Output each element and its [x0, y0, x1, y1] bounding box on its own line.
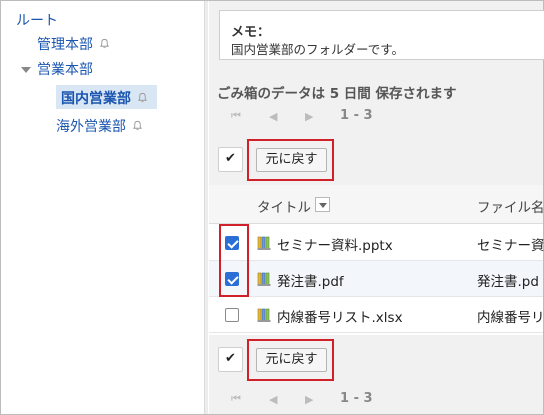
trash-retention-note: ごみ箱のデータは 5 日間 保存されます — [217, 86, 457, 102]
restore-button[interactable]: 元に戻す — [256, 148, 327, 172]
file-icon — [257, 307, 273, 323]
trash-table: タイトル ファイル名 セミナー資料.pptx セミナー資 発注書.pdf 発注書… — [209, 185, 544, 335]
file-title[interactable]: 発注書.pdf — [277, 270, 344, 290]
file-title[interactable]: 内線番号リスト.xlsx — [277, 306, 403, 326]
sidebar-splitter[interactable] — [204, 1, 208, 414]
tree-item-kokunai[interactable]: 国内営業部 — [61, 88, 148, 108]
memo-text: 国内営業部のフォルダーです。 — [231, 42, 405, 57]
tree-item-kaigai[interactable]: 海外営業部 — [56, 116, 143, 136]
table-row[interactable]: セミナー資料.pptx セミナー資 — [209, 225, 544, 261]
next-page-icon[interactable]: ▶ — [305, 393, 313, 406]
memo-box: メモ： 国内営業部のフォルダーです。 — [219, 10, 544, 60]
column-title[interactable]: タイトル — [257, 196, 311, 216]
file-name: 発注書.pd — [477, 274, 539, 290]
column-filename[interactable]: ファイル名 — [477, 196, 544, 216]
file-name: 内線番号リ — [477, 310, 544, 326]
file-icon — [257, 271, 273, 287]
page-range: 1 - 3 — [340, 108, 373, 123]
next-page-icon[interactable]: ▶ — [305, 110, 313, 123]
row-checkbox[interactable] — [225, 308, 239, 322]
restore-highlight: 元に戻す — [247, 139, 334, 181]
table-row[interactable]: 発注書.pdf 発注書.pd — [209, 261, 543, 297]
checkmark-icon: ✔ — [225, 151, 236, 166]
tree-item-label: 管理本部 — [37, 37, 93, 53]
tree-item-label: 海外営業部 — [56, 119, 126, 135]
main-panel: メモ： 国内営業部のフォルダーです。 ごみ箱のデータは 5 日間 保存されます … — [209, 1, 544, 414]
page-range: 1 - 3 — [340, 391, 373, 406]
first-page-icon[interactable]: ⏮ — [231, 109, 241, 123]
prev-page-icon[interactable]: ◀ — [269, 393, 277, 406]
table-header: タイトル ファイル名 — [209, 185, 544, 224]
tree-item-kanri[interactable]: 管理本部 — [37, 34, 110, 54]
folder-tree-sidebar: ルート 管理本部 営業本部 国内営業部 海外営業部 — [1, 1, 197, 414]
bell-icon — [99, 37, 110, 53]
tree-root-link[interactable]: ルート — [16, 10, 58, 30]
first-page-icon[interactable]: ⏮ — [231, 392, 241, 406]
checkbox-highlight — [219, 224, 249, 297]
tree-item-eigyo[interactable]: 営業本部 — [37, 59, 93, 79]
sort-dropdown-icon[interactable] — [315, 197, 330, 212]
checkmark-icon: ✔ — [225, 351, 236, 366]
tree-item-label: 国内営業部 — [61, 91, 131, 107]
bell-icon — [137, 91, 148, 107]
file-name: セミナー資 — [477, 238, 544, 254]
restore-button-bottom[interactable]: 元に戻す — [256, 348, 327, 372]
check-all-button[interactable]: ✔ — [218, 147, 243, 172]
file-icon — [257, 235, 273, 251]
restore-highlight-bottom: 元に戻す — [247, 339, 334, 381]
file-title[interactable]: セミナー資料.pptx — [277, 234, 393, 254]
collapse-triangle-icon[interactable] — [21, 67, 31, 73]
table-row[interactable]: 内線番号リスト.xlsx 内線番号リ — [209, 297, 544, 333]
check-all-button-bottom[interactable]: ✔ — [218, 347, 243, 372]
prev-page-icon[interactable]: ◀ — [269, 110, 277, 123]
memo-title: メモ： — [231, 25, 271, 40]
bell-icon — [132, 119, 143, 135]
